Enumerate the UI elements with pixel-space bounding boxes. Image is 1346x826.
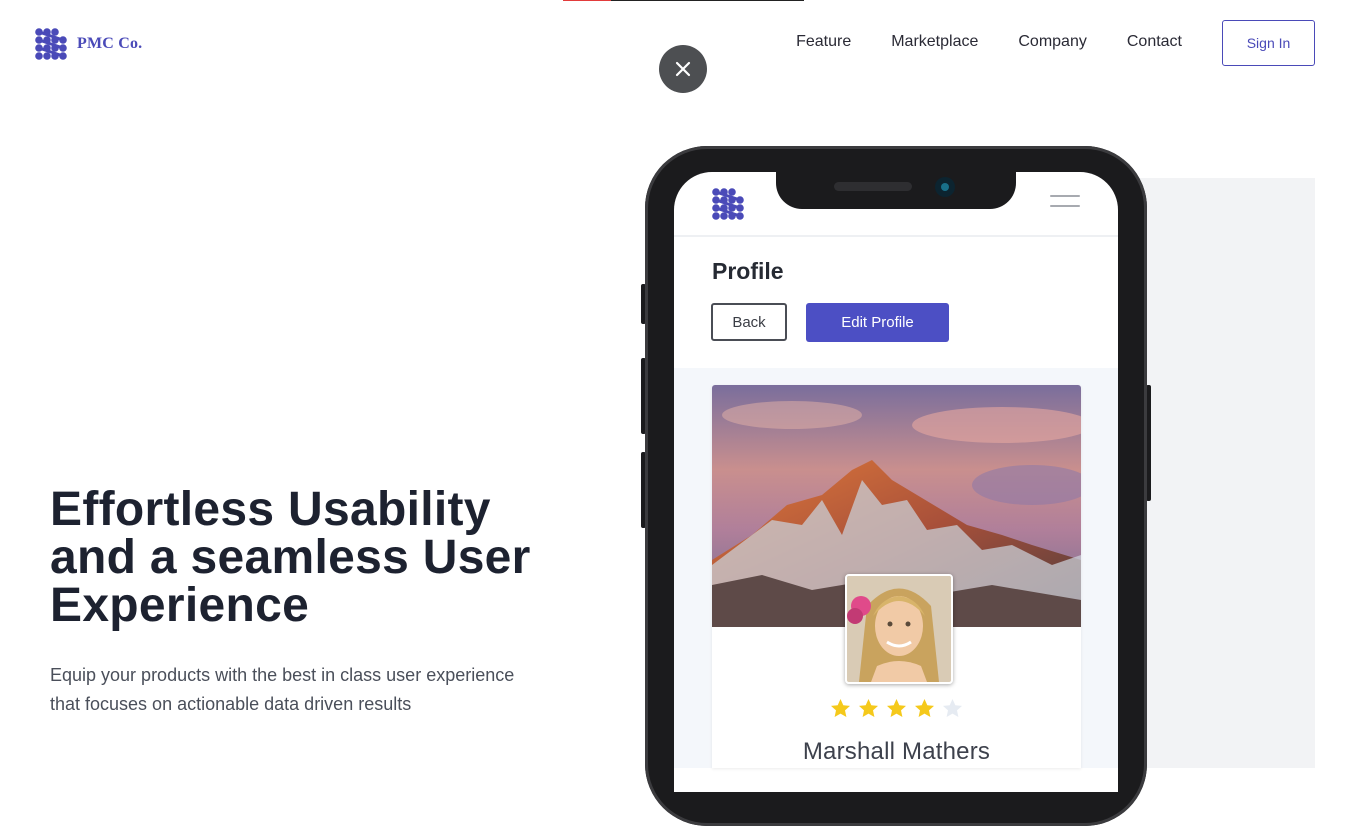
sign-in-button[interactable]: Sign In [1222, 20, 1315, 66]
nav-item-marketplace[interactable]: Marketplace [891, 33, 978, 51]
nav-item-contact[interactable]: Contact [1127, 33, 1182, 51]
nav-item-company[interactable]: Company [1018, 33, 1086, 51]
page-progress-fill [563, 0, 612, 1]
star-empty-icon [943, 699, 962, 717]
hero-title: Effortless Usability and a seamless User… [50, 483, 531, 632]
app-logo-icon[interactable] [711, 187, 745, 221]
profile-name: Marshall Mathers [802, 738, 991, 765]
page-progress-bar [563, 0, 804, 1]
hero-subtitle: Equip your products with the best in cla… [50, 665, 515, 714]
nav-item-feature[interactable]: Feature [796, 33, 851, 51]
star-filled-icon [859, 699, 878, 717]
hamburger-icon[interactable] [1050, 195, 1080, 215]
profile-avatar[interactable] [845, 574, 953, 684]
close-button[interactable] [659, 45, 707, 93]
brand-name: PMC Co. [77, 35, 143, 52]
star-filled-icon [831, 699, 850, 717]
avatar-photo [847, 576, 951, 682]
profile-page-title: Profile [712, 258, 784, 284]
back-button[interactable]: Back [711, 303, 787, 341]
phone-speaker [834, 182, 912, 191]
main-nav: Feature Marketplace Company Contact [796, 33, 1182, 51]
rating-stars [830, 698, 963, 719]
pmc-logo-icon [35, 28, 67, 60]
star-filled-icon [915, 699, 934, 717]
close-icon [675, 61, 691, 77]
app-header-divider [674, 235, 1118, 237]
brand-logo[interactable]: PMC Co. [34, 27, 142, 61]
phone-camera [935, 177, 955, 197]
edit-profile-button[interactable]: Edit Profile [806, 303, 949, 342]
star-filled-icon [887, 699, 906, 717]
